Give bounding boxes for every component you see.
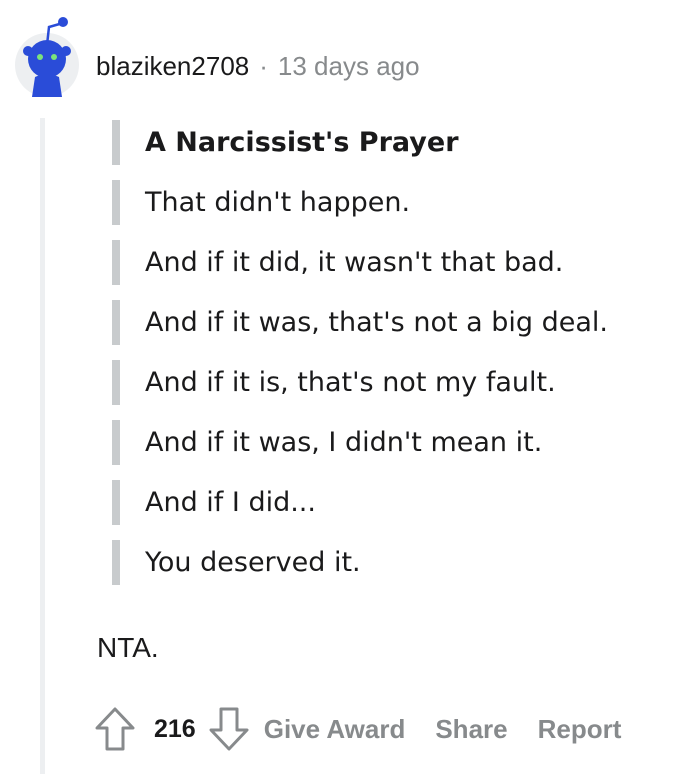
share-button[interactable]: Share	[435, 714, 507, 745]
vote-score: 216	[154, 714, 196, 743]
quote-line: And if it was, I didn't mean it.	[112, 420, 608, 465]
quote-line: And if I did...	[112, 480, 608, 525]
quote-line: That didn't happen.	[112, 180, 608, 225]
report-button[interactable]: Report	[538, 714, 622, 745]
comment-body: NTA.	[97, 632, 159, 663]
quote-line: And if it is, that's not my fault.	[112, 360, 608, 405]
quote-line: And if it was, that's not a big deal.	[112, 300, 608, 345]
timestamp[interactable]: 13 days ago	[278, 51, 420, 82]
thread-line[interactable]	[40, 118, 45, 774]
upvote-arrow-icon[interactable]	[94, 706, 136, 752]
downvote-arrow-icon[interactable]	[208, 706, 250, 752]
username[interactable]: blaziken2708	[96, 51, 249, 82]
snoo-avatar-icon	[15, 17, 79, 97]
quote-line: And if it did, it wasn't that bad.	[112, 240, 608, 285]
quote-title: A Narcissist's Prayer	[112, 120, 608, 165]
blockquote: A Narcissist's Prayer That didn't happen…	[112, 120, 608, 600]
comment-header: blaziken2708 · 13 days ago	[96, 51, 420, 82]
separator-dot: ·	[259, 51, 268, 81]
quote-line: You deserved it.	[112, 540, 608, 585]
action-bar: 216 Give Award Share Report	[94, 705, 621, 753]
give-award-button[interactable]: Give Award	[264, 714, 406, 745]
avatar[interactable]	[11, 9, 83, 101]
